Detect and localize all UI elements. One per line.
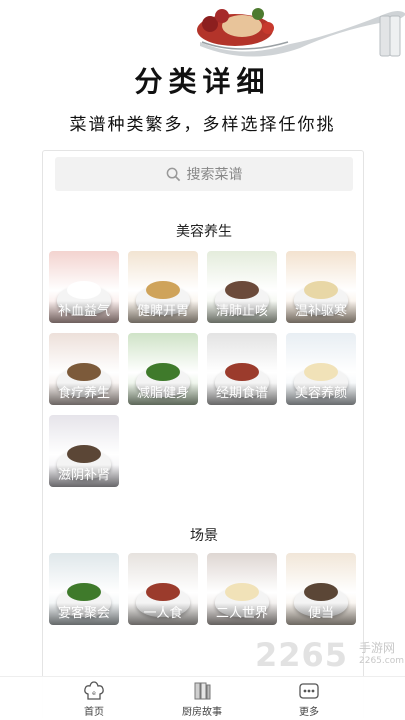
section-title-scene: 场景 <box>190 528 218 544</box>
category-tile[interactable]: 二人世界 <box>207 553 277 625</box>
category-tile[interactable]: 一人食 <box>128 553 198 625</box>
dish-on-spoon-illustration <box>197 8 405 57</box>
category-tile[interactable]: 减脂健身 <box>128 333 198 405</box>
category-tile-label: 美容养颜 <box>286 383 356 405</box>
watermark: 2265 手游网 2265.com <box>255 636 405 676</box>
category-tile-label: 宴客聚会 <box>49 603 119 625</box>
nav-kitchen-stories-label: 厨房故事 <box>182 707 222 718</box>
category-tile[interactable]: 美容养颜 <box>286 333 356 405</box>
category-tile[interactable]: 健脾开胃 <box>128 251 198 323</box>
category-tile-label: 滋阴补肾 <box>49 465 119 487</box>
category-tile[interactable]: 清肺止咳 <box>207 251 277 323</box>
nav-home[interactable]: e 首页 <box>59 681 129 718</box>
category-panel: 搜索菜谱 美容养生 补血益气 健脾开胃 清肺止咳 温补驱寒食疗养生 减脂健身 经期食谱 美容… <box>42 150 364 720</box>
dish-food <box>67 445 101 463</box>
search-icon <box>166 167 180 181</box>
nav-kitchen-stories[interactable]: 厨房故事 <box>167 681 237 718</box>
dish-food <box>146 363 180 381</box>
category-tile-label: 清肺止咳 <box>207 301 277 323</box>
more-icon <box>299 683 319 699</box>
dish-food <box>67 363 101 381</box>
category-tile[interactable]: 温补驱寒 <box>286 251 356 323</box>
watermark-number: 2265 <box>255 636 349 674</box>
category-grid-scene: 宴客聚会 一人食 二人世界 便当 <box>49 553 359 625</box>
search-input[interactable]: 搜索菜谱 <box>55 157 353 191</box>
dish-food <box>67 281 101 299</box>
chef-hat-icon: e <box>84 681 104 700</box>
hero-banner: 分类详细 菜谱种类繁多，多样选择任你挑 <box>0 0 405 140</box>
category-tile-label: 经期食谱 <box>207 383 277 405</box>
nav-more[interactable]: 更多 <box>274 681 344 718</box>
page-title: 分类详细 <box>134 65 271 98</box>
category-tile[interactable]: 经期食谱 <box>207 333 277 405</box>
bottom-nav: e 首页 厨房故事 更多 <box>0 676 405 720</box>
category-grid-beauty: 补血益气 健脾开胃 清肺止咳 温补驱寒食疗养生 减脂健身 经期食谱 美容养颜滋阴补肾 <box>49 251 359 487</box>
category-tile-label: 一人食 <box>128 603 198 625</box>
category-tile[interactable]: 滋阴补肾 <box>49 415 119 487</box>
page-subtitle: 菜谱种类繁多，多样选择任你挑 <box>69 115 336 135</box>
dish-food <box>67 583 101 601</box>
category-tile[interactable]: 宴客聚会 <box>49 553 119 625</box>
category-tile-label: 便当 <box>286 603 356 625</box>
nav-home-label: 首页 <box>84 707 104 718</box>
category-tile-label: 温补驱寒 <box>286 301 356 323</box>
category-tile[interactable]: 便当 <box>286 553 356 625</box>
svg-text:e: e <box>92 690 96 697</box>
watermark-text: 手游网 <box>359 641 396 655</box>
dish-food <box>225 363 259 381</box>
dish-food <box>146 583 180 601</box>
dish-food <box>304 363 338 381</box>
dish-food <box>304 583 338 601</box>
dish-food <box>225 583 259 601</box>
category-tile-label: 减脂健身 <box>128 383 198 405</box>
category-tile-label: 二人世界 <box>207 603 277 625</box>
category-tile[interactable]: 补血益气 <box>49 251 119 323</box>
search-placeholder: 搜索菜谱 <box>186 167 243 183</box>
dish-food <box>225 281 259 299</box>
section-title-beauty: 美容养生 <box>176 224 232 240</box>
page: 分类详细 菜谱种类繁多，多样选择任你挑 搜索菜谱 美容养生 补血益气 健脾开胃 清肺… <box>0 0 405 720</box>
nav-more-label: 更多 <box>299 707 319 718</box>
dish-food <box>146 281 180 299</box>
category-tile-label: 补血益气 <box>49 301 119 323</box>
watermark-url: 2265.com <box>359 656 404 666</box>
book-icon <box>194 682 211 700</box>
category-tile[interactable]: 食疗养生 <box>49 333 119 405</box>
dish-food <box>304 281 338 299</box>
category-tile-label: 食疗养生 <box>49 383 119 405</box>
category-tile-label: 健脾开胃 <box>128 301 198 323</box>
